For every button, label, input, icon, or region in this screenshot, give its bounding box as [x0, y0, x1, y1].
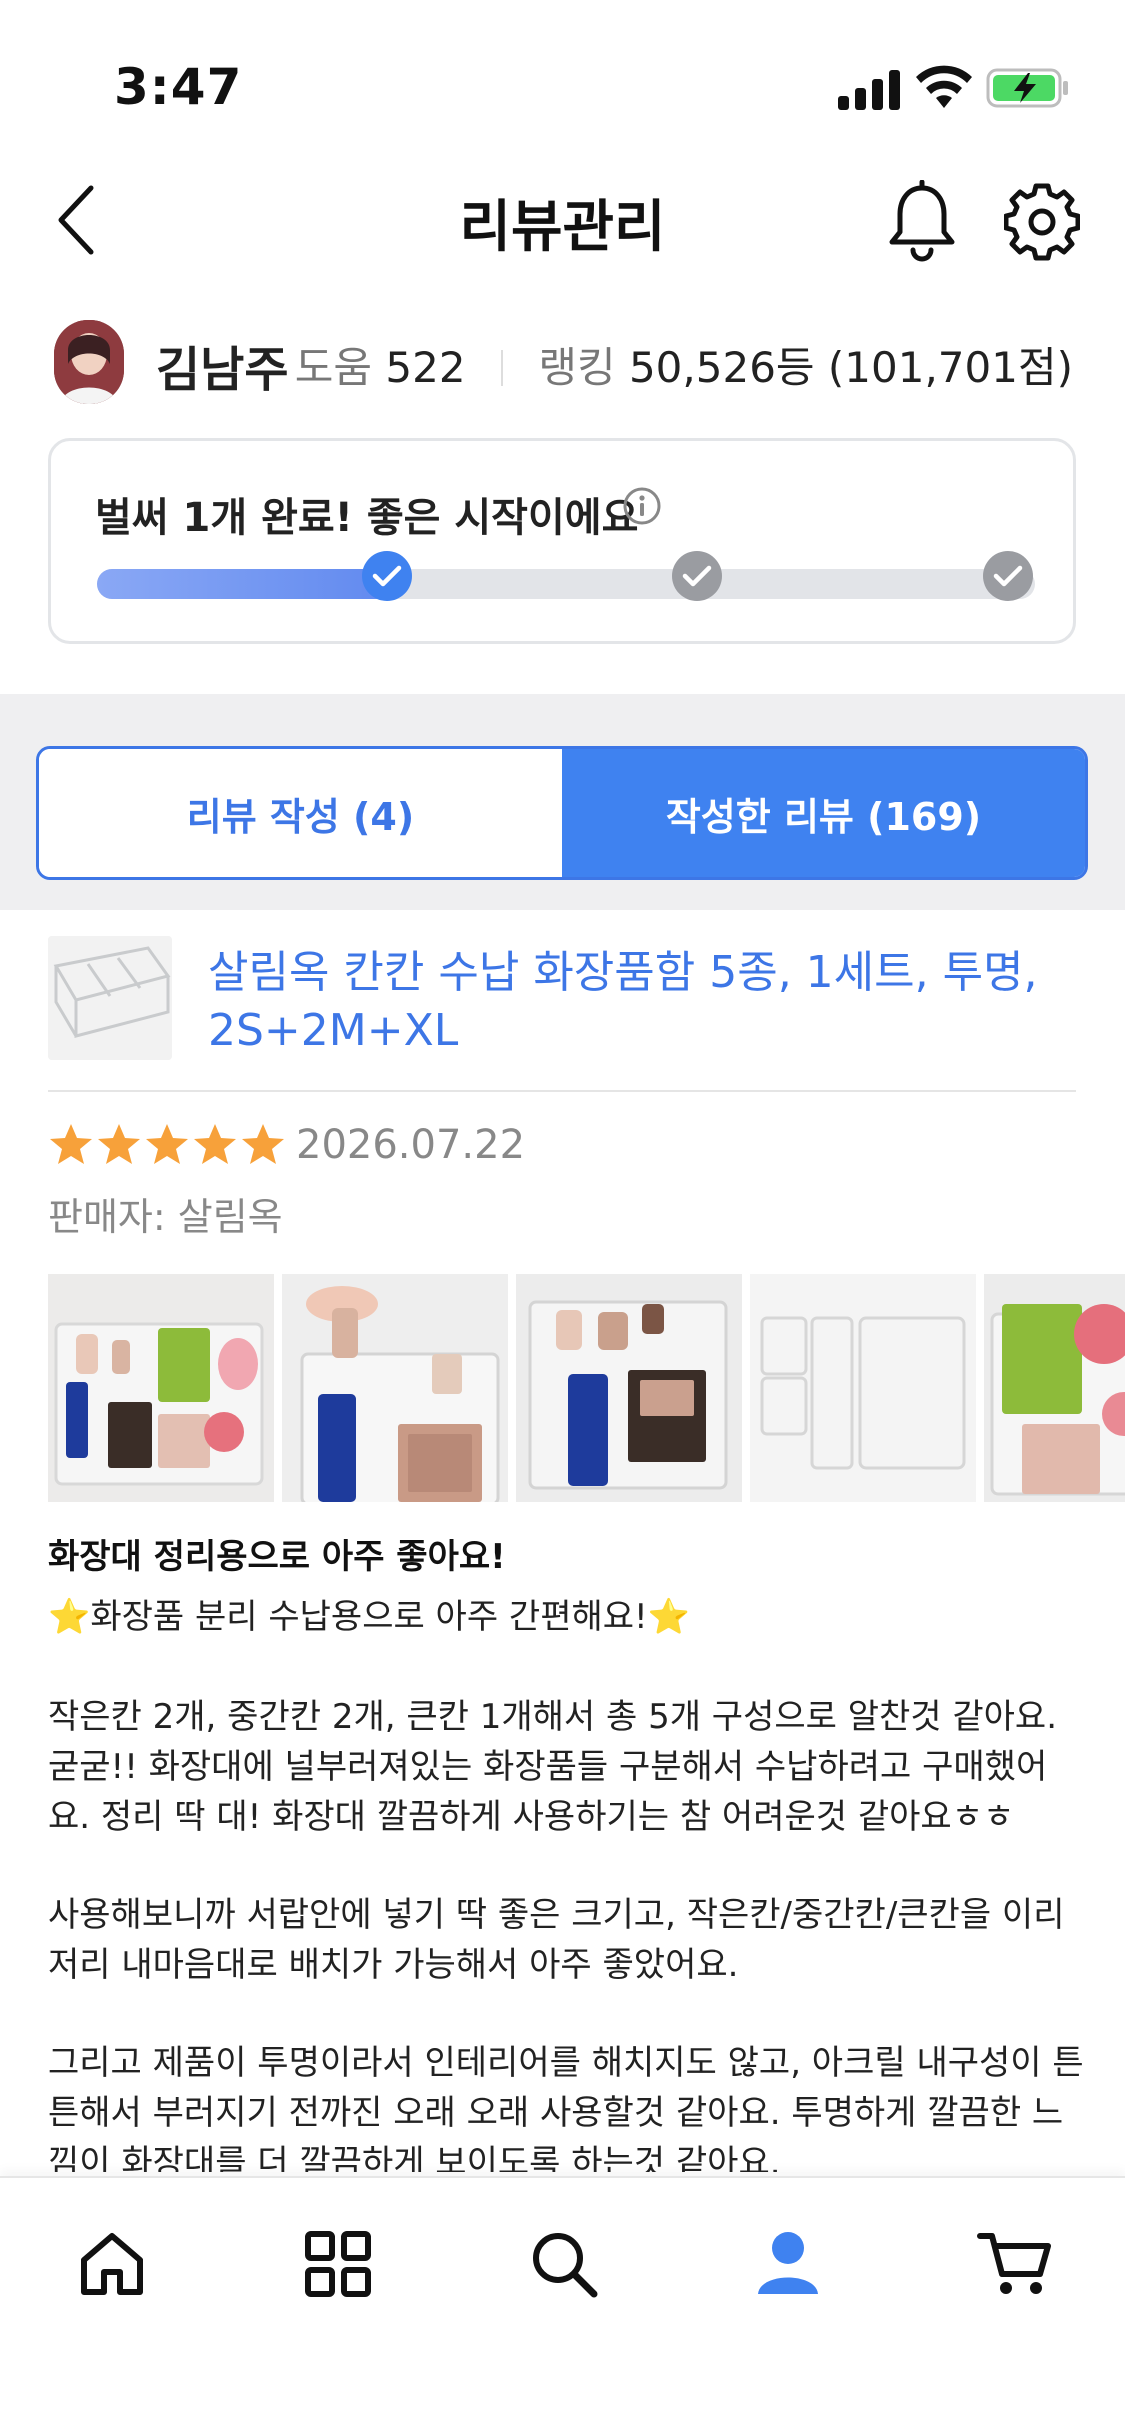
- person-icon: [758, 2232, 818, 2294]
- check-icon: [372, 565, 402, 587]
- star-icon: [242, 1124, 284, 1164]
- review-paragraph: ⭐화장품 분리 수납용으로 아주 간편해요!⭐: [48, 1597, 691, 1637]
- nav-categories[interactable]: [296, 2222, 380, 2306]
- tab-write-review[interactable]: 리뷰 작성 (4): [39, 749, 562, 877]
- cart-icon: [977, 2233, 1051, 2294]
- user-stats: 도움 522 랭킹 50,526등 (101,701점): [295, 334, 1073, 395]
- help-count: 522: [385, 343, 466, 392]
- review-photo-5[interactable]: [984, 1274, 1125, 1502]
- product-thumbnail[interactable]: [48, 936, 172, 1060]
- progress-card: 벌써 1개 완료! 좋은 시작이에요: [48, 438, 1076, 644]
- review-paragraph: 그리고 제품이 투명이라서 인테리어를 해치지도 않고, 아크릴 내구성이 튼튼…: [48, 2043, 1084, 2172]
- review-photo-4[interactable]: [750, 1274, 976, 1502]
- ranking-value: 50,526등 (101,701점): [628, 343, 1073, 392]
- star-icon: [194, 1124, 236, 1164]
- settings-button[interactable]: [1003, 180, 1081, 264]
- avatar[interactable]: [54, 320, 124, 404]
- user-name: 김남주: [156, 342, 289, 398]
- categories-icon: [305, 2231, 371, 2297]
- avatar-image: [54, 320, 124, 404]
- check-icon: [682, 565, 712, 587]
- progress-step-3: [983, 551, 1033, 601]
- help-label: 도움: [294, 343, 373, 392]
- review-photos: [48, 1274, 1125, 1502]
- star-icon: [98, 1124, 140, 1164]
- nav-cart[interactable]: [972, 2222, 1056, 2306]
- bell-icon: [889, 179, 955, 262]
- check-icon: [993, 565, 1023, 587]
- review-date: 2026.07.22: [296, 1122, 526, 1168]
- battery-charging-icon: [986, 68, 1068, 108]
- star-icon: [146, 1124, 188, 1164]
- product-image: [48, 936, 172, 1060]
- nav-search[interactable]: [522, 2222, 606, 2306]
- rating-stars: [48, 1122, 286, 1170]
- divider: [48, 1090, 1076, 1092]
- review-photo-3[interactable]: [516, 1274, 742, 1502]
- review-photo-1[interactable]: [48, 1274, 274, 1502]
- progress-fill: [97, 569, 407, 599]
- review-tabs: 리뷰 작성 (4) 작성한 리뷰 (169): [36, 746, 1088, 880]
- progress-track: [97, 569, 1035, 599]
- nav-my-page[interactable]: [746, 2222, 830, 2306]
- review-body: 화장대 정리용으로 아주 좋아요! ⭐화장품 분리 수납용으로 아주 간편해요!…: [48, 1532, 1088, 2172]
- review-paragraph: 작은칸 2개, 중간칸 2개, 큰칸 1개해서 총 5개 구성으로 알찬것 같아…: [48, 1697, 1068, 1837]
- star-icon: [50, 1124, 92, 1164]
- notifications-button[interactable]: [886, 179, 958, 264]
- progress-message: 벌써 1개 완료! 좋은 시작이에요: [95, 495, 639, 541]
- gear-icon: [1003, 183, 1081, 261]
- home-icon: [81, 2233, 143, 2295]
- bottom-nav: [0, 2176, 1125, 2436]
- review-paragraph: 사용해보니까 서랍안에 넣기 딱 좋은 크기고, 작은칸/중간칸/큰칸을 이리저…: [48, 1895, 1065, 1985]
- search-icon: [533, 2233, 598, 2298]
- nav-home[interactable]: [70, 2222, 154, 2306]
- review-headline: 화장대 정리용으로 아주 좋아요!: [48, 1537, 506, 1577]
- wifi-icon: [916, 65, 972, 108]
- profile-row: 김남주 도움 522 랭킹 50,526등 (101,701점): [0, 300, 1125, 420]
- seller-name: 판매자: 살림옥: [48, 1195, 283, 1239]
- cellular-signal-icon: [838, 70, 900, 110]
- progress-step-1: [362, 551, 412, 601]
- review-photo-2[interactable]: [282, 1274, 508, 1502]
- status-bar: 3:47: [0, 0, 1125, 160]
- stats-divider: [500, 350, 503, 386]
- tab-written-reviews[interactable]: 작성한 리뷰 (169): [562, 749, 1085, 877]
- header: 리뷰관리: [0, 160, 1125, 280]
- progress-step-2: [672, 551, 722, 601]
- ranking-label: 랭킹: [538, 343, 616, 392]
- status-time: 3:47: [114, 58, 243, 116]
- info-icon[interactable]: [621, 485, 663, 527]
- product-title-link[interactable]: 살림옥 칸칸 수납 화장품함 5종, 1세트, 투명, 2S+2M+XL: [208, 944, 1048, 1060]
